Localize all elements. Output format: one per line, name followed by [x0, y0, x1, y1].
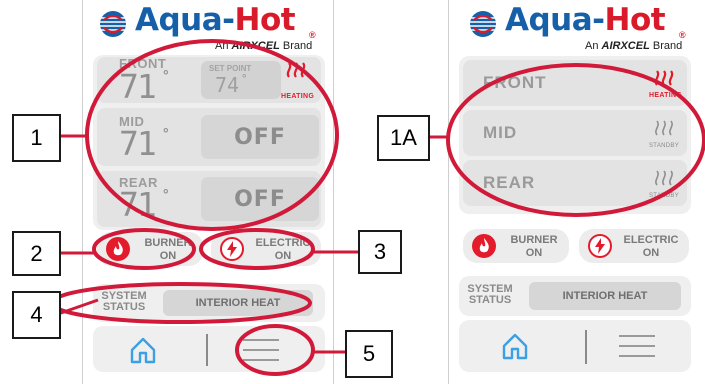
electric-state: ON [642, 247, 660, 259]
system-status-label-line2: STATUS [102, 301, 146, 313]
home-icon[interactable] [501, 332, 529, 360]
logo-tagline: An AIRXCEL Brand [585, 40, 683, 52]
bolt-icon [220, 237, 244, 261]
heat-waves-icon [655, 120, 673, 136]
logo-wordmark: Aqua-Hot [135, 2, 296, 38]
electric-label: ELECTRIC [623, 234, 679, 246]
thermostat-screen-right: Aqua-Hot ® An AIRXCEL Brand FRONT HEATIN… [448, 0, 705, 384]
degree-symbol: ° [163, 186, 169, 202]
system-status-panel: SYSTEM STATUS INTERIOR HEAT [93, 284, 325, 322]
burner-label: BURNER [144, 237, 192, 249]
zone-mid-card[interactable]: MID 71 ° OFF [97, 108, 321, 166]
flame-icon [106, 237, 130, 261]
degree-symbol: ° [163, 125, 169, 141]
degree-symbol: ° [242, 73, 247, 85]
setpoint-label: SET POINT [209, 64, 252, 73]
heating-status: HEATING [281, 93, 315, 100]
callout-2: 2 [12, 231, 61, 276]
heat-waves-icon [654, 70, 674, 86]
setpoint-value: 74 [215, 73, 240, 97]
burner-button[interactable]: BURNER ON [97, 232, 203, 266]
thermostat-screen-left: Aqua-Hot ® An AIRXCEL Brand FRONT 71 ° S… [82, 0, 334, 384]
zone-rear-card[interactable]: REAR 71 ° OFF [97, 171, 321, 227]
zone-front-card[interactable]: FRONT 71 ° SET POINT 74 ° HEATING [97, 56, 321, 106]
aqua-hot-logo: Aqua-Hot ® An AIRXCEL Brand [467, 2, 697, 54]
bottom-nav [93, 326, 325, 372]
home-icon[interactable] [129, 336, 157, 364]
nav-divider [585, 330, 587, 364]
system-status-value: INTERIOR HEAT [529, 282, 681, 310]
logo-wordmark: Aqua-Hot [505, 2, 666, 38]
zone-front-card[interactable]: FRONT HEATING [463, 60, 687, 106]
zone-front-status: HEATING [649, 92, 683, 99]
burner-button[interactable]: BURNER ON [463, 229, 569, 263]
zone-rear-card[interactable]: REAR STANDBY [463, 160, 687, 206]
heat-waves-icon [655, 170, 673, 186]
system-status-label-line2: STATUS [468, 294, 512, 306]
burner-label: BURNER [510, 234, 558, 246]
zone-rear-label: REAR [483, 173, 536, 192]
callout-1a: 1A [377, 115, 430, 161]
flame-icon [472, 234, 496, 258]
hamburger-menu-icon[interactable] [241, 337, 281, 363]
electric-button[interactable]: ELECTRIC ON [211, 232, 321, 266]
electric-state: ON [274, 250, 292, 262]
callout-1: 1 [12, 114, 61, 162]
zone-mid-temperature: 71 [119, 124, 157, 163]
hamburger-menu-icon[interactable] [617, 333, 657, 359]
system-status-value: INTERIOR HEAT [163, 290, 313, 316]
burner-state: ON [159, 250, 177, 262]
globe-logo-icon [469, 11, 497, 37]
system-status-panel: SYSTEM STATUS INTERIOR HEAT [459, 276, 691, 316]
bolt-icon [588, 234, 612, 258]
burner-state: ON [525, 247, 543, 259]
callout-3: 3 [358, 230, 402, 274]
zone-mid-off-button[interactable]: OFF [201, 115, 319, 159]
setpoint-box[interactable]: SET POINT 74 ° [201, 61, 281, 99]
zone-front-label: FRONT [483, 73, 547, 92]
logo-tagline: An AIRXCEL Brand [215, 40, 313, 52]
zone-front-temperature: 71 [119, 67, 157, 106]
zone-rear-status: STANDBY [649, 193, 679, 199]
callout-4: 4 [12, 291, 61, 339]
zone-mid-label: MID [483, 123, 518, 142]
zone-rear-temperature: 71 [119, 185, 157, 224]
callout-5: 5 [345, 330, 393, 378]
electric-label: ELECTRIC [255, 237, 311, 249]
heat-waves-icon [286, 62, 306, 78]
electric-button[interactable]: ELECTRIC ON [579, 229, 689, 263]
nav-divider [206, 334, 208, 366]
aqua-hot-logo: Aqua-Hot ® An AIRXCEL Brand [97, 2, 327, 54]
zone-mid-card[interactable]: MID STANDBY [463, 110, 687, 156]
degree-symbol: ° [163, 67, 169, 83]
globe-logo-icon [99, 11, 127, 37]
zone-rear-off-button[interactable]: OFF [201, 177, 319, 221]
zone-mid-status: STANDBY [649, 143, 679, 149]
registered-mark: ® [679, 30, 686, 40]
registered-mark: ® [309, 30, 316, 40]
